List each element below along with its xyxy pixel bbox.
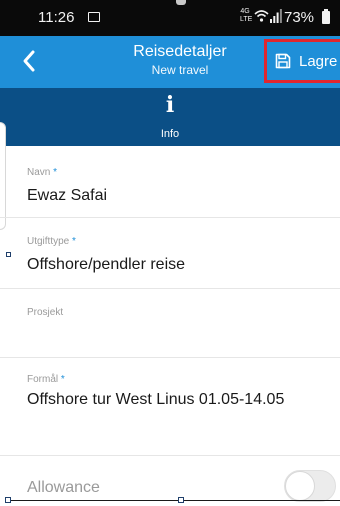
- wifi-icon: [254, 10, 269, 22]
- field-name-value[interactable]: Ewaz Safai: [27, 187, 107, 205]
- field-project-label: Prosjekt: [27, 307, 64, 318]
- network-type: 4G LTE: [240, 8, 253, 23]
- field-name[interactable]: Navn * Ewaz Safai: [0, 146, 340, 218]
- field-expense-type[interactable]: Utgifttype * Offshore/pendler reise: [0, 218, 340, 289]
- allowance-label: Allowance: [27, 479, 100, 496]
- back-button[interactable]: [16, 46, 44, 76]
- battery-percent: 73%: [284, 9, 315, 26]
- camera-notch: [176, 0, 186, 5]
- info-icon: i: [165, 92, 175, 118]
- toggle-knob: [285, 471, 315, 501]
- field-purpose-label: Formål: [27, 374, 59, 385]
- required-marker: *: [53, 167, 58, 178]
- field-expense-type-value[interactable]: Offshore/pendler reise: [27, 256, 185, 274]
- signal-icon: [270, 9, 282, 23]
- page-subtitle: New travel: [151, 63, 209, 77]
- app-bar: Reisedetaljer New travel Lagre: [0, 36, 340, 88]
- tab-bar: i Info: [0, 88, 340, 146]
- image-notification-icon: [88, 12, 100, 22]
- required-marker: *: [60, 374, 65, 385]
- tab-info-label: Info: [160, 128, 180, 140]
- field-project-label-row: Prosjekt: [27, 307, 63, 318]
- required-marker: *: [72, 236, 76, 247]
- status-time: 11:26: [38, 9, 75, 26]
- field-name-label: Navn: [27, 167, 51, 178]
- field-expense-type-label-row: Utgifttype *: [27, 236, 76, 247]
- selection-frame-edge: [8, 500, 340, 501]
- field-purpose-value[interactable]: Offshore tur West Linus 01.05-14.05: [27, 391, 284, 409]
- field-purpose[interactable]: Formål * Offshore tur West Linus 01.05-1…: [0, 358, 340, 456]
- battery-icon: [322, 9, 330, 24]
- field-name-label-row: Navn *: [27, 167, 57, 178]
- field-purpose-label-row: Formål *: [27, 374, 65, 385]
- save-button[interactable]: Lagre: [264, 39, 340, 83]
- field-expense-type-label: Utgifttype: [27, 236, 70, 247]
- page-title: Reisedetaljer: [133, 43, 227, 60]
- floppy-disk-icon: [275, 53, 291, 69]
- status-bar: 11:26 4G LTE 73%: [0, 0, 340, 36]
- tab-info[interactable]: i Info: [145, 88, 195, 146]
- resize-handle[interactable]: [5, 497, 11, 503]
- allowance-toggle[interactable]: [284, 470, 336, 502]
- field-project[interactable]: Prosjekt: [0, 289, 340, 358]
- resize-handle[interactable]: [178, 497, 184, 503]
- save-button-label: Lagre: [299, 52, 338, 70]
- resize-handle[interactable]: [6, 252, 11, 257]
- chevron-left-icon: [23, 50, 35, 72]
